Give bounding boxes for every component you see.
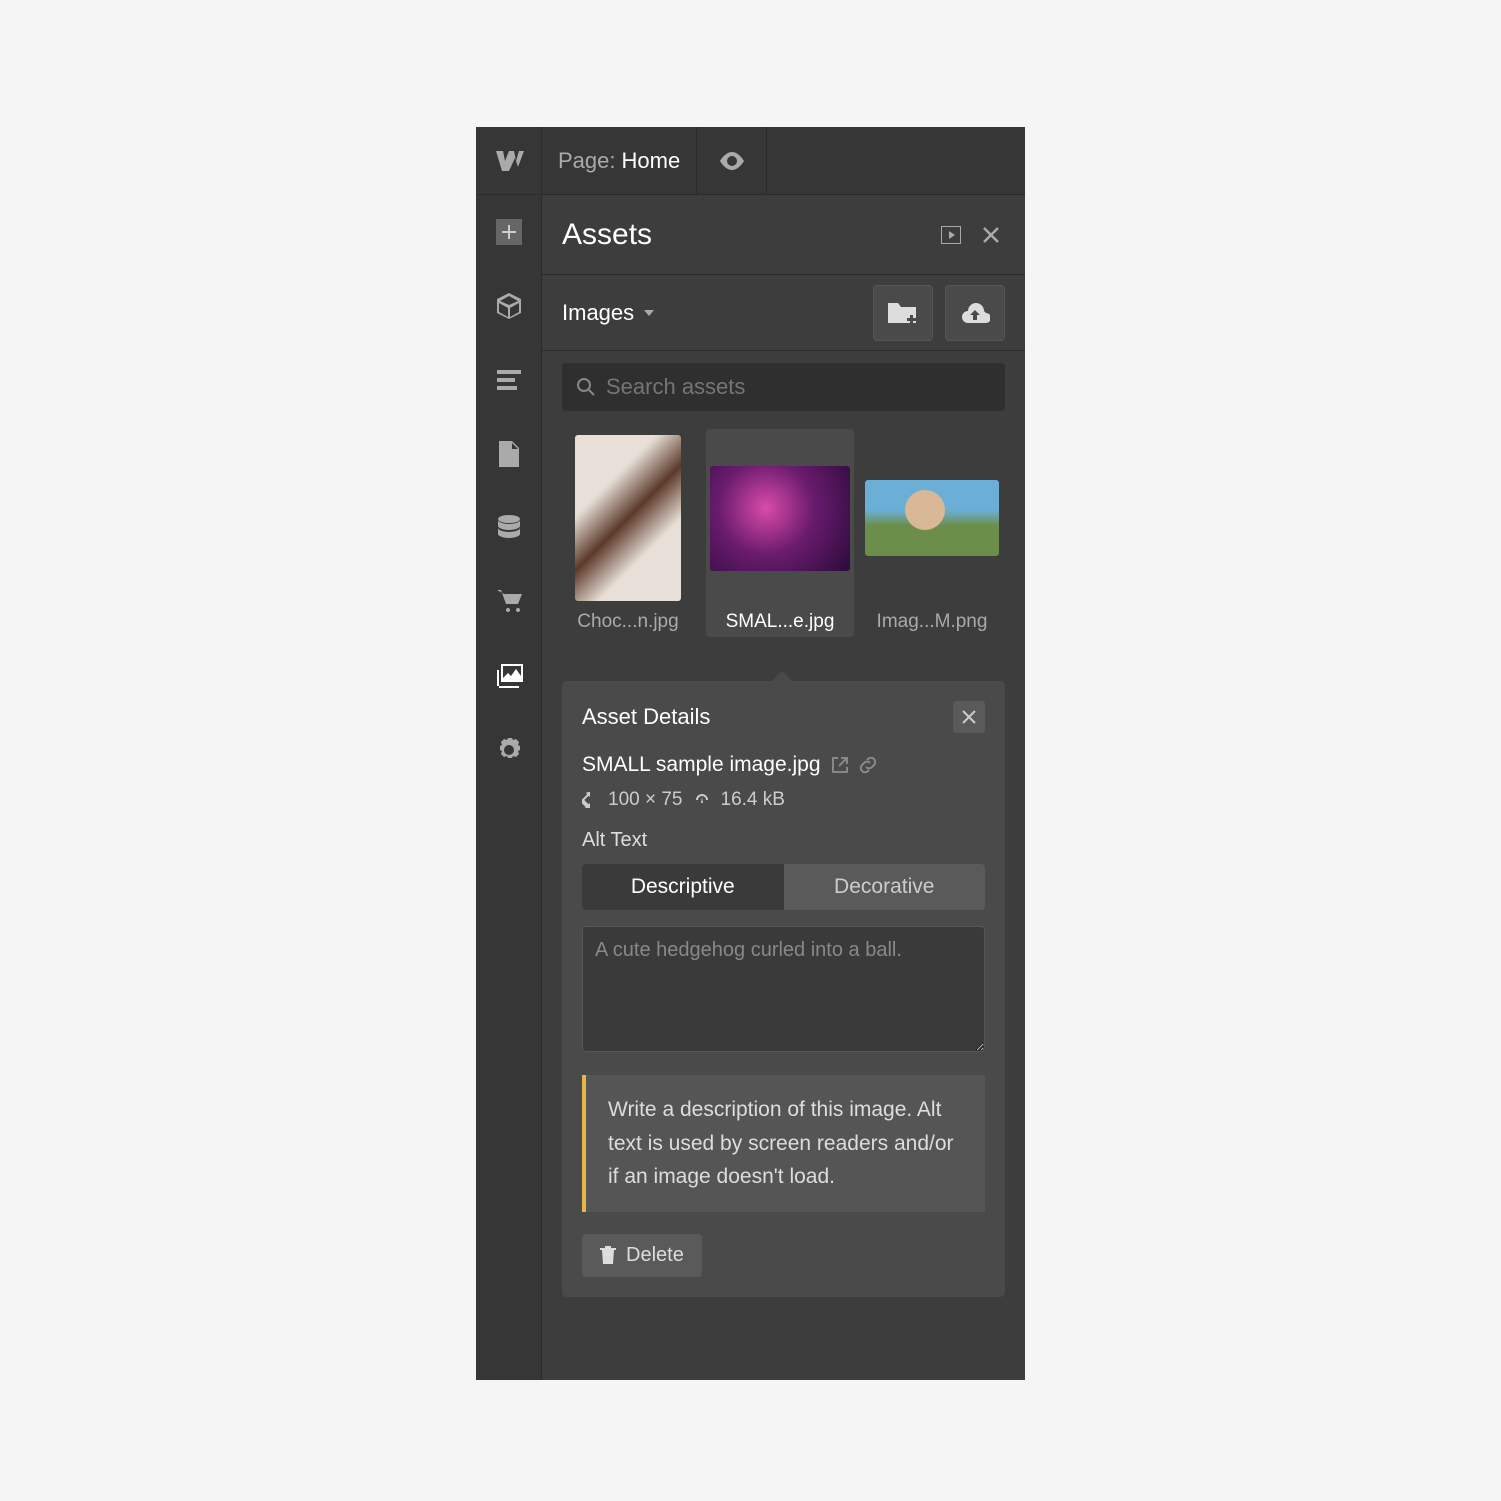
- collapse-icon: [941, 226, 961, 244]
- delete-label: Delete: [626, 1244, 684, 1267]
- search-input[interactable]: [562, 363, 1005, 411]
- asset-name: Choc...n.jpg: [558, 611, 698, 633]
- asset-thumb: [862, 433, 1002, 603]
- close-icon: [982, 226, 1000, 244]
- filename-row: SMALL sample image.jpg: [582, 753, 985, 777]
- details-title: Asset Details: [582, 704, 953, 730]
- left-sidebar: [476, 195, 542, 1380]
- collapse-button[interactable]: [937, 221, 965, 249]
- search-icon: [576, 377, 596, 397]
- upload-button[interactable]: [945, 285, 1005, 341]
- alt-hint: Write a description of this image. Alt t…: [582, 1075, 985, 1212]
- dimensions-icon: [582, 792, 598, 808]
- asset-thumb: [558, 433, 698, 603]
- filesize: 16.4 kB: [721, 789, 785, 811]
- preview-button[interactable]: [697, 127, 767, 194]
- close-details-button[interactable]: [953, 701, 985, 733]
- gear-icon: [496, 737, 522, 763]
- page-icon: [499, 441, 519, 467]
- sidebar-add[interactable]: [476, 195, 541, 269]
- topbar: Page: Home: [476, 127, 1025, 195]
- sidebar-ecommerce[interactable]: [476, 565, 541, 639]
- assets-toolbar: Images: [542, 275, 1025, 351]
- main-area: Assets Images: [476, 195, 1025, 1380]
- sidebar-assets[interactable]: [476, 639, 541, 713]
- page-label: Page:: [558, 148, 616, 174]
- sidebar-navigator[interactable]: [476, 343, 541, 417]
- external-link-icon[interactable]: [831, 756, 849, 774]
- filesize-icon: [693, 794, 711, 806]
- cloud-upload-icon: [960, 302, 990, 324]
- navigator-icon: [497, 370, 521, 390]
- meta-row: 100 × 75 16.4 kB: [582, 789, 985, 811]
- close-panel-button[interactable]: [977, 221, 1005, 249]
- webflow-logo-icon: [494, 151, 524, 171]
- app-window: Page: Home: [476, 127, 1025, 1380]
- filename: SMALL sample image.jpg: [582, 753, 821, 777]
- alt-text-tabs: Descriptive Decorative: [582, 864, 985, 910]
- eye-icon: [719, 152, 745, 170]
- alt-text-input[interactable]: [582, 926, 985, 1052]
- delete-button[interactable]: Delete: [582, 1234, 702, 1277]
- folder-plus-icon: [888, 301, 918, 325]
- asset-name: Imag...M.png: [862, 611, 1002, 633]
- logo[interactable]: [476, 127, 542, 194]
- close-icon: [962, 710, 976, 724]
- sidebar-cms[interactable]: [476, 491, 541, 565]
- tab-decorative[interactable]: Decorative: [784, 864, 986, 910]
- plus-box-icon: [496, 219, 522, 245]
- cube-icon: [497, 293, 521, 319]
- asset-item[interactable]: Choc...n.jpg: [554, 429, 702, 637]
- asset-thumb: [710, 433, 850, 603]
- details-header: Asset Details: [582, 701, 985, 733]
- search-row: [542, 351, 1025, 423]
- cart-icon: [496, 590, 522, 614]
- dimensions: 100 × 75: [608, 789, 683, 811]
- sidebar-pages[interactable]: [476, 417, 541, 491]
- panel-header: Assets: [542, 195, 1025, 275]
- tab-descriptive[interactable]: Descriptive: [582, 864, 784, 910]
- database-icon: [498, 515, 520, 541]
- images-icon: [495, 664, 523, 688]
- asset-item[interactable]: Imag...M.png: [858, 429, 1006, 637]
- link-icon[interactable]: [859, 756, 877, 774]
- filter-dropdown[interactable]: Images: [562, 300, 654, 326]
- sidebar-symbols[interactable]: [476, 269, 541, 343]
- asset-name: SMAL...e.jpg: [710, 611, 850, 633]
- page-selector[interactable]: Page: Home: [542, 127, 697, 194]
- panel-title: Assets: [562, 218, 925, 252]
- alt-label: Alt Text: [582, 829, 985, 852]
- sidebar-settings[interactable]: [476, 713, 541, 787]
- asset-details-panel: Asset Details SMALL sample image.jpg 100…: [562, 681, 1005, 1297]
- assets-panel: Assets Images: [542, 195, 1025, 1380]
- trash-icon: [600, 1246, 616, 1264]
- new-folder-button[interactable]: [873, 285, 933, 341]
- asset-item[interactable]: SMAL...e.jpg: [706, 429, 854, 637]
- page-name: Home: [622, 148, 681, 174]
- assets-grid: Choc...n.jpg SMAL...e.jpg Imag...M.png: [542, 423, 1025, 643]
